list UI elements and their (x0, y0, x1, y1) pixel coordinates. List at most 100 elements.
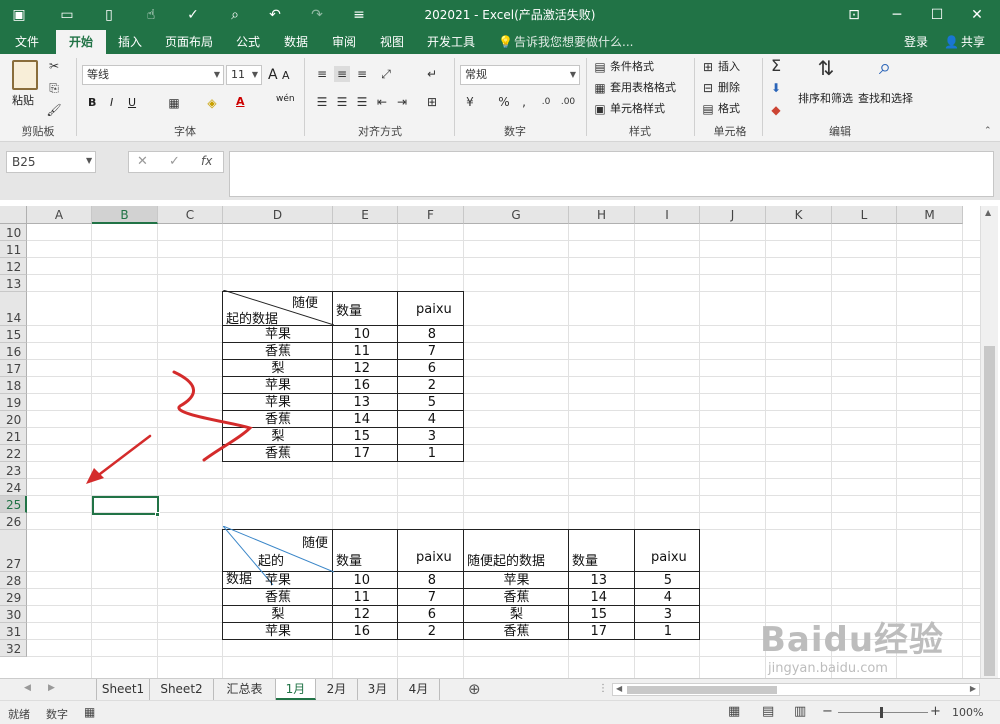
table2-cell[interactable]: 12 (333, 607, 370, 623)
zoom-level[interactable]: 100% (952, 706, 983, 719)
table2-cell[interactable]: 6 (398, 607, 436, 623)
selected-cell-b25[interactable] (92, 496, 159, 515)
tab-home[interactable]: 开始 (56, 30, 106, 54)
column-header-m[interactable]: M (897, 206, 963, 224)
table1-cell[interactable]: 17 (333, 446, 370, 462)
font-size-select[interactable]: 11 ▼ (226, 65, 262, 85)
row-header-25[interactable]: 25 (0, 496, 27, 513)
horizontal-scrollbar[interactable]: ◀ ▶ (612, 683, 980, 696)
print-preview-icon[interactable]: ⌕ (226, 6, 244, 24)
paste-button-label[interactable]: 粘贴 (12, 92, 34, 110)
row-header-12[interactable]: 12 (0, 258, 27, 275)
table2-cell[interactable]: 16 (333, 624, 370, 640)
zoom-slider[interactable] (838, 712, 928, 713)
tab-file[interactable]: 文件 (4, 30, 50, 54)
sheet-tab-sheet2[interactable]: Sheet2 (150, 679, 214, 700)
undo-icon[interactable]: ↶ (266, 6, 284, 24)
sheet-tab-summary[interactable]: 汇总表 (214, 679, 276, 700)
table1-cell[interactable]: 7 (398, 344, 436, 360)
paste-icon[interactable] (12, 60, 38, 90)
shrink-font-button[interactable]: A (282, 67, 290, 85)
column-header-i[interactable]: I (635, 206, 700, 224)
autosum-icon[interactable]: Σ (768, 58, 784, 74)
font-color-button[interactable]: A (236, 93, 245, 111)
border-icon[interactable]: ▦ (166, 95, 182, 111)
sheet-tab-apr[interactable]: 4月 (398, 679, 440, 700)
horizontal-scroll-thumb[interactable] (627, 686, 777, 694)
row-header-22[interactable]: 22 (0, 445, 27, 462)
table1-cell[interactable]: 苹果 (223, 327, 333, 343)
underline-button[interactable]: U (128, 94, 136, 112)
number-format-select[interactable]: 常规 ▼ (460, 65, 580, 85)
table2-cell[interactable]: 13 (569, 573, 607, 589)
row-header-29[interactable]: 29 (0, 589, 27, 606)
minimize-icon[interactable]: ─ (886, 4, 908, 26)
row-header-15[interactable]: 15 (0, 326, 27, 343)
tab-formulas[interactable]: 公式 (228, 30, 268, 54)
scroll-right-icon[interactable]: ▶ (970, 684, 976, 693)
row-header-19[interactable]: 19 (0, 394, 27, 411)
align-top-icon[interactable]: ≡ (314, 66, 330, 82)
table2-cell[interactable]: 苹果 (464, 573, 569, 589)
table1-cell[interactable]: 10 (333, 327, 370, 343)
grow-font-button[interactable]: A (268, 66, 278, 84)
table1-cell[interactable]: 3 (398, 429, 436, 445)
row-header-27[interactable]: 27 (0, 530, 27, 572)
table2-cell[interactable]: 梨 (223, 607, 333, 623)
table1-cell[interactable]: 1 (398, 446, 436, 462)
normal-view-icon[interactable]: ▦ (728, 704, 740, 719)
namebox-dropdown-icon[interactable]: ▼ (86, 156, 92, 165)
add-sheet-icon[interactable]: ⊕ (468, 680, 481, 698)
merge-center-icon[interactable]: ⊞ (424, 94, 440, 110)
table1-cell[interactable]: 2 (398, 378, 436, 394)
column-header-f[interactable]: F (398, 206, 464, 224)
column-header-h[interactable]: H (569, 206, 635, 224)
table2-cell[interactable]: 3 (635, 607, 672, 623)
align-left-icon[interactable]: ☰ (314, 94, 330, 110)
increase-decimal-icon[interactable]: .0 (538, 94, 554, 110)
table2-cell[interactable]: 苹果 (223, 624, 333, 640)
formula-input[interactable] (229, 151, 994, 197)
fill-handle[interactable] (155, 512, 160, 517)
row-header-13[interactable]: 13 (0, 275, 27, 292)
format-cells-button[interactable]: 格式 (718, 100, 740, 118)
sheet-tab-feb[interactable]: 2月 (316, 679, 358, 700)
touch-mode-icon[interactable]: ☝ (142, 6, 160, 24)
table1-cell[interactable]: 16 (333, 378, 370, 394)
enter-icon[interactable]: ✓ (169, 154, 180, 169)
column-header-j[interactable]: J (700, 206, 766, 224)
sort-filter-button[interactable]: 排序和筛选 (798, 90, 853, 108)
phonetic-button[interactable]: wén (276, 90, 295, 108)
table1-cell[interactable]: 11 (333, 344, 370, 360)
find-select-button[interactable]: 查找和选择 (858, 90, 913, 108)
scroll-left-icon[interactable]: ◀ (616, 684, 622, 693)
save-icon[interactable]: ▣ (10, 6, 28, 24)
tab-page-layout[interactable]: 页面布局 (158, 30, 220, 54)
row-header-23[interactable]: 23 (0, 462, 27, 479)
column-header-k[interactable]: K (766, 206, 832, 224)
row-header-31[interactable]: 31 (0, 623, 27, 640)
maximize-icon[interactable]: ☐ (926, 4, 948, 26)
table2-cell[interactable]: 1 (635, 624, 672, 640)
table2-cell[interactable]: 2 (398, 624, 436, 640)
next-sheet-icon[interactable]: ▶ (48, 683, 55, 693)
table1-cell[interactable]: 香蕉 (223, 344, 333, 360)
table2-cell[interactable]: 11 (333, 590, 370, 606)
name-box[interactable]: B25 (6, 151, 96, 173)
table2-cell[interactable]: 5 (635, 573, 672, 589)
table2-cell[interactable]: 14 (569, 590, 607, 606)
column-header-a[interactable]: A (27, 206, 92, 224)
redo-icon[interactable]: ↷ (308, 6, 326, 24)
collapse-ribbon-icon[interactable]: ⌃ (984, 126, 992, 136)
format-painter-icon[interactable]: 🖌 (46, 102, 62, 118)
column-header-b[interactable]: B (92, 206, 158, 224)
zoom-out-icon[interactable]: − (822, 704, 833, 719)
row-header-21[interactable]: 21 (0, 428, 27, 445)
row-header-20[interactable]: 20 (0, 411, 27, 428)
row-header-26[interactable]: 26 (0, 513, 27, 530)
worksheet-grid[interactable]: ABCDEFGHIJKLM 10 11 12 13 14 15 16 17 18 19 20 21 22… (0, 206, 998, 678)
row-header-30[interactable]: 30 (0, 606, 27, 623)
select-all-corner[interactable] (0, 206, 27, 224)
close-icon[interactable]: ✕ (966, 4, 988, 26)
align-right-icon[interactable]: ☰ (354, 94, 370, 110)
